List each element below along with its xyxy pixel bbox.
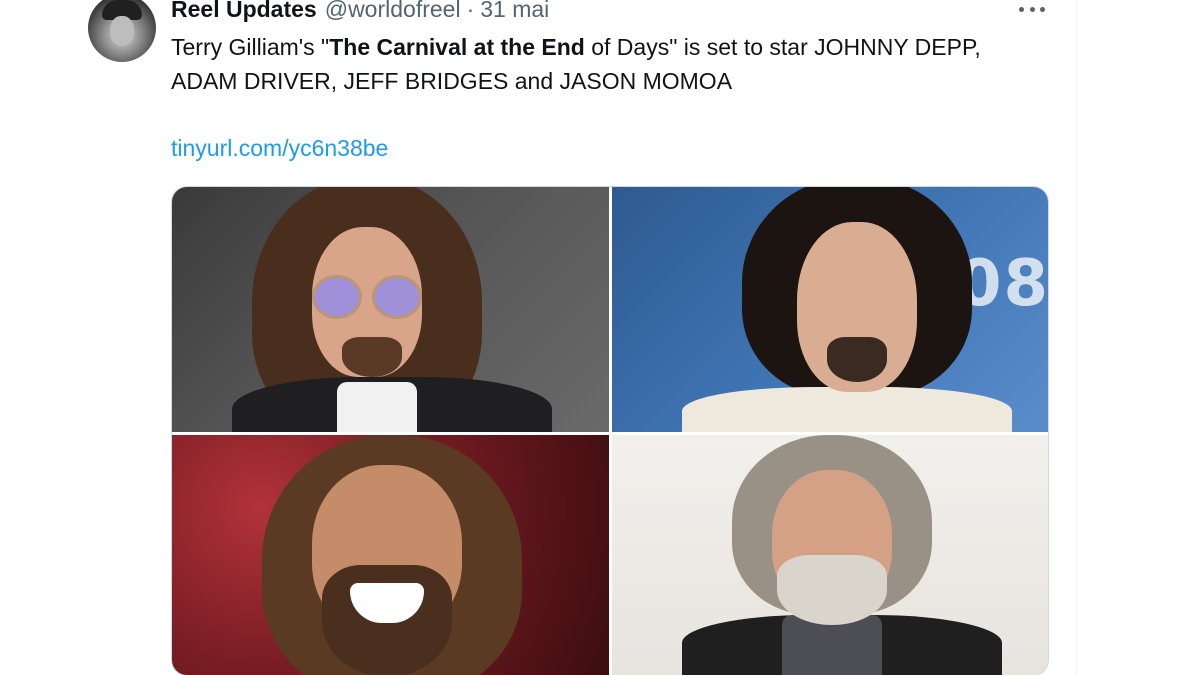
author-display-name[interactable]: Reel Updates: [171, 0, 317, 23]
glasses-right: [372, 275, 422, 319]
column-divider: [1076, 0, 1077, 675]
tweet-date[interactable]: 31 mai: [480, 0, 549, 23]
avatar-face: [110, 16, 134, 46]
tweet-page: Reel Updates @worldofreel · 31 mai Terry…: [0, 0, 1200, 675]
beard: [777, 555, 887, 625]
avatar[interactable]: [88, 0, 156, 62]
photo-adam-driver[interactable]: .08: [612, 187, 1048, 432]
shirt-collar: [337, 382, 417, 432]
media-grid: .08: [171, 186, 1049, 675]
more-dot: [1029, 6, 1035, 12]
photo-jeff-bridges[interactable]: [612, 435, 1048, 675]
photo-jason-momoa[interactable]: [172, 435, 609, 675]
photo-johnny-depp[interactable]: [172, 187, 609, 432]
tweet-link[interactable]: tinyurl.com/yc6n38be: [171, 131, 388, 165]
tweet-text: Terry Gilliam's "The Carnival at the End…: [171, 30, 1051, 98]
tweet-text-bold: The Carnival at the End: [329, 34, 585, 60]
glasses-left: [312, 275, 362, 319]
more-dot: [1019, 6, 1024, 12]
shirt: [682, 387, 1012, 432]
header-separator: ·: [466, 0, 475, 22]
more-dot: [1040, 6, 1045, 12]
goatee: [342, 337, 402, 377]
tweet-header: Reel Updates @worldofreel · 31 mai: [171, 0, 549, 24]
tweet-text-part1: Terry Gilliam's ": [171, 34, 330, 60]
author-handle[interactable]: @worldofreel: [325, 0, 461, 23]
more-horizontal-icon[interactable]: [1016, 0, 1048, 20]
goatee: [827, 337, 887, 382]
